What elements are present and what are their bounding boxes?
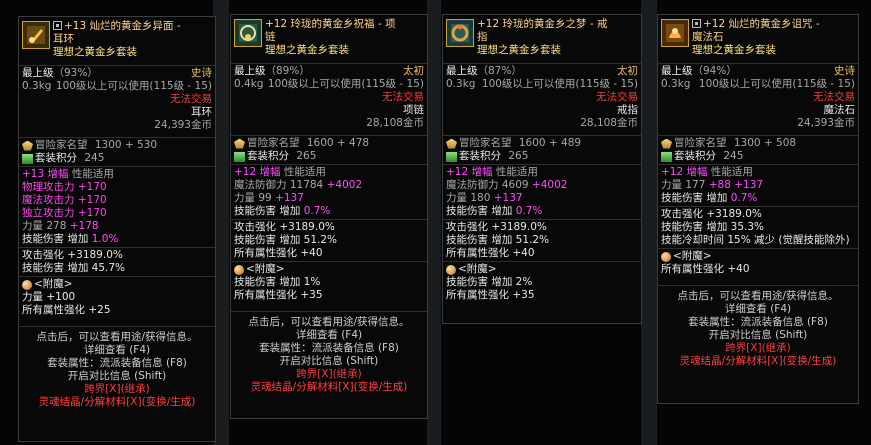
item-title-cont: 魔法石 [692,31,724,43]
rarity: 太初 [403,65,424,77]
reputation-section: 冒险家名望 1300 + 508 套装积分 245 [658,135,858,164]
basic-info: 最上级（93%） 史诗 0.3kg 100级以上可以使用(115级 - 15) 无法… [19,65,215,133]
trade-status: 无法交易 [382,91,424,103]
enchant-orb-icon [446,264,456,275]
enchant-section: <附魔> 力量 +100 所有属性强化 +25 [19,276,215,318]
item-title: +13 灿烂的黄金乡异面 - [53,20,213,33]
magic-stone-icon [661,19,689,47]
item-price: 24,393金币 [797,117,855,129]
item-price: 24,393金币 [154,119,212,131]
set-point-icon [446,151,457,162]
tooltip-footer: 点击后，可以查看用途/获得信息。 详细查看 (F4) 套装属性：流派装备信息 (… [19,326,215,409]
tooltip-magic-stone[interactable]: +12 灿烂的黄金乡诅咒 - 魔法石 理想之黄金乡套装 最上级（94%） 史诗 0… [657,14,859,404]
rarity: 太初 [617,65,638,77]
set-name: 理想之黄金乡套装 [477,44,561,56]
background-strip [427,0,441,445]
item-title-cont: 耳环 [53,33,74,45]
reputation-section: 冒险家名望 1600 + 478 套装积分 265 [231,135,427,164]
tooltip-header: +12 玲珑的黄金乡祝福 - 项 链 理想之黄金乡套装 [231,15,427,63]
enchant-orb-icon [661,251,671,262]
tooltip-header: +12 玲珑的黄金乡之梦 - 戒 指 理想之黄金乡套装 [443,15,641,63]
tooltip-header: +12 灿烂的黄金乡诅咒 - 魔法石 理想之黄金乡套装 [658,15,858,63]
stats-section: +13 增幅 性能适用 物理攻击力 +170 魔法攻击力 +170 独立攻击力 … [19,166,215,247]
set-point-icon [22,153,33,164]
options-section: 攻击强化 +3189.0% 技能伤害 增加 45.7% [19,247,215,276]
rarity: 史诗 [191,67,212,79]
set-name: 理想之黄金乡套装 [692,44,776,56]
lock-icon [53,21,62,30]
tooltip-earring[interactable]: +13 灿烂的黄金乡异面 - 耳环 理想之黄金乡套装 最上级（93%） 史诗 0.… [18,16,216,442]
item-title-cont: 链 [265,31,276,43]
item-title: +12 灿烂的黄金乡诅咒 - [692,18,856,31]
set-point-icon [661,151,672,162]
trade-status: 无法交易 [170,93,212,105]
basic-info: 最上级（94%） 史诗 0.3kg 100级以上可以使用(115级 - 15) 无法… [658,63,858,131]
item-title: +12 玲珑的黄金乡之梦 - 戒 [477,18,608,30]
enchant-section: <附魔> 所有属性强化 +40 [658,248,858,277]
reputation-icon [446,138,457,149]
necklace-icon [234,19,262,47]
trade-status: 无法交易 [596,91,638,103]
reputation-icon [661,138,672,149]
basic-info: 最上级（89%） 太初 0.4kg 100级以上可以使用(115级 - 15) 无法… [231,63,427,131]
rarity: 史诗 [834,65,855,77]
item-slot: 戒指 [617,104,638,116]
stats-section: +12 增幅 性能适用 魔法防御力 11784 +4002 力量 99 +137… [231,164,427,219]
item-slot: 项链 [403,104,424,116]
enchant-section: <附魔> 技能伤害 增加 1% 所有属性强化 +35 [231,261,427,303]
enchant-orb-icon [234,264,244,275]
item-slot: 魔法石 [823,104,856,116]
options-section: 攻击强化 +3189.0% 技能伤害 增加 51.2% 所有属性强化 +40 [231,219,427,261]
options-section: 攻击强化 +3189.0% 技能伤害 增加 35.3% 技能冷却时间 15% 减… [658,206,858,248]
stats-section: +12 增幅 性能适用 魔法防御力 4609 +4002 力量 180 +137… [443,164,641,219]
item-price: 28,108金币 [366,117,424,129]
lock-icon [692,19,701,28]
set-name: 理想之黄金乡套装 [265,44,349,56]
trade-status: 无法交易 [813,91,855,103]
basic-info: 最上级（87%） 太初 0.3kg 100级以上可以使用(115级 - 15) 无法… [443,63,641,131]
tooltip-footer: 点击后，可以查看用途/获得信息。 详细查看 (F4) 套装属性：流派装备信息 (… [658,285,858,368]
enchant-section: <附魔> 技能伤害 增加 2% 所有属性强化 +35 [443,261,641,303]
item-price: 28,108金币 [580,117,638,129]
item-title: +12 玲珑的黄金乡祝福 - 项 [265,18,396,30]
stats-section: +12 增幅 性能适用 力量 177 +88 +137 技能伤害 增加 0.7% [658,164,858,206]
reputation-icon [22,140,33,151]
options-section: 攻击强化 +3189.0% 技能伤害 增加 51.2% 所有属性强化 +40 [443,219,641,261]
reputation-icon [234,138,245,149]
enchant-orb-icon [22,279,32,290]
tooltip-footer: 点击后，可以查看用途/获得信息。 详细查看 (F4) 套装属性：流派装备信息 (… [231,311,427,394]
tooltip-header: +13 灿烂的黄金乡异面 - 耳环 理想之黄金乡套装 [19,17,215,65]
tooltip-ring[interactable]: +12 玲珑的黄金乡之梦 - 戒 指 理想之黄金乡套装 最上级（87%） 太初 0… [442,14,642,324]
item-title-cont: 指 [477,31,488,43]
tooltip-necklace[interactable]: +12 玲珑的黄金乡祝福 - 项 链 理想之黄金乡套装 最上级（89%） 太初 0… [230,14,428,419]
ring-icon [446,19,474,47]
background-strip [641,0,657,445]
earring-icon [22,21,50,49]
reputation-section: 冒险家名望 1300 + 530 套装积分 245 [19,137,215,166]
set-name: 理想之黄金乡套装 [53,46,137,58]
set-point-icon [234,151,245,162]
item-slot: 耳环 [191,106,212,118]
reputation-section: 冒险家名望 1600 + 489 套装积分 265 [443,135,641,164]
